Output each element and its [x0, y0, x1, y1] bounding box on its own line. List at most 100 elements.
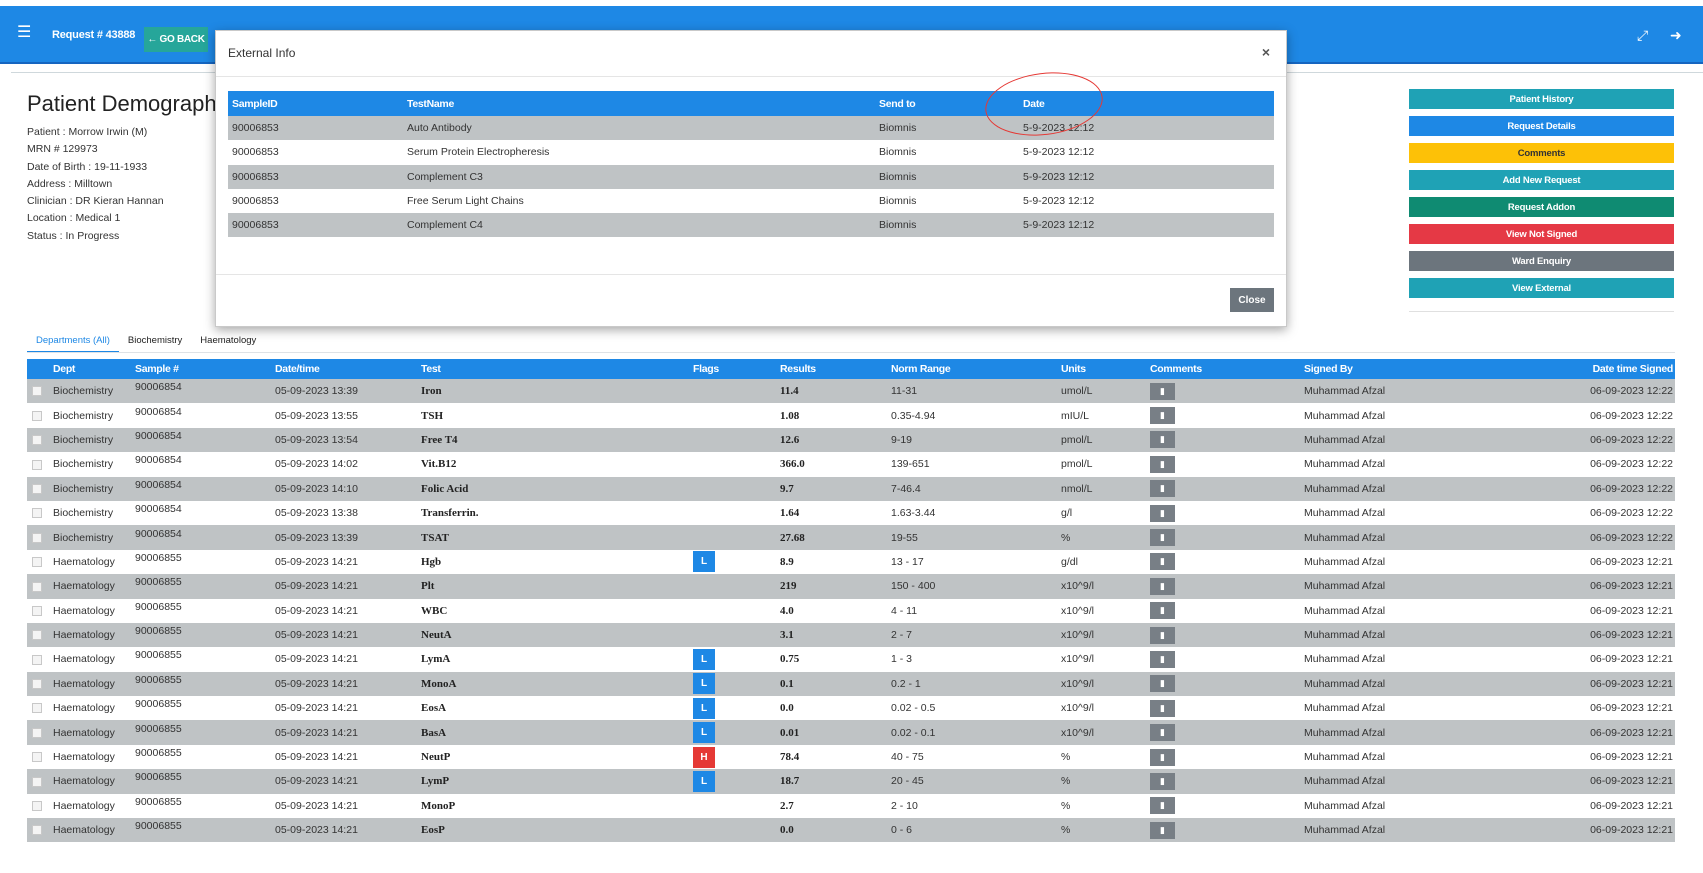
col-dept[interactable]: Dept [53, 359, 135, 379]
cell-result: 0.1 [780, 671, 891, 697]
logout-icon[interactable]: ➜ [1670, 27, 1682, 44]
row-checkbox[interactable] [32, 532, 42, 543]
cell-datetime: 05-09-2023 14:21 [275, 647, 421, 672]
comment-icon[interactable]: ▮ [1150, 724, 1175, 742]
row-checkbox[interactable] [32, 825, 42, 836]
comment-icon[interactable]: ▮ [1150, 529, 1175, 547]
comment-icon[interactable]: ▮ [1150, 650, 1175, 668]
table-row[interactable]: Haematology 90006855 05-09-2023 14:21 NeutA… [27, 622, 1675, 648]
table-row[interactable]: Haematology 90006855 05-09-2023 14:21 WBC 4.… [27, 598, 1675, 623]
row-checkbox[interactable] [32, 459, 42, 470]
external-row[interactable]: 90006853 Complement C4 Biomnis 5-9-2023 12:… [228, 213, 1274, 238]
table-row[interactable]: Biochemistry 90006854 05-09-2023 13:38 Tran… [27, 500, 1675, 526]
col-norm-range[interactable]: Norm Range [891, 359, 1061, 379]
row-checkbox[interactable] [32, 727, 42, 738]
table-row[interactable]: Haematology 90006855 05-09-2023 14:21 LymA L… [27, 647, 1675, 672]
comment-icon[interactable]: ▮ [1150, 504, 1175, 522]
comment-icon[interactable]: ▮ [1150, 480, 1175, 498]
row-checkbox[interactable] [32, 557, 42, 568]
table-row[interactable]: Biochemistry 90006854 05-09-2023 13:39 Iron… [27, 379, 1675, 404]
table-row[interactable]: Haematology 90006855 05-09-2023 14:21 NeutP… [27, 744, 1675, 770]
cell-flag: H [693, 744, 780, 770]
comment-icon[interactable]: ▮ [1150, 772, 1175, 790]
table-row[interactable]: Haematology 90006855 05-09-2023 14:21 EosP 0… [27, 818, 1675, 843]
row-checkbox[interactable] [32, 410, 42, 421]
col-date-time-signed[interactable]: Date time Signed [1507, 359, 1675, 379]
close-icon[interactable]: × [1262, 44, 1270, 60]
comment-icon[interactable]: ▮ [1150, 602, 1175, 620]
comment-icon[interactable]: ▮ [1150, 431, 1175, 449]
comment-icon[interactable]: ▮ [1150, 553, 1175, 571]
col-test-name[interactable]: TestName [403, 91, 875, 116]
comment-icon[interactable]: ▮ [1150, 382, 1175, 400]
row-checkbox[interactable] [32, 776, 42, 787]
col-comments[interactable]: Comments [1150, 359, 1304, 379]
view-external-button[interactable]: View External [1409, 278, 1674, 298]
row-checkbox[interactable] [32, 703, 42, 714]
tab-biochemistry[interactable]: Biochemistry [119, 331, 191, 353]
close-button[interactable]: Close [1230, 288, 1274, 312]
table-row[interactable]: Haematology 90006855 05-09-2023 14:21 MonoP… [27, 793, 1675, 819]
patient-history-button[interactable]: Patient History [1409, 89, 1674, 109]
hamburger-icon[interactable]: ☰ [17, 25, 31, 41]
table-row[interactable]: Biochemistry 90006854 05-09-2023 14:10 Foli… [27, 476, 1675, 501]
row-select-cell [27, 427, 53, 453]
row-checkbox[interactable] [32, 679, 42, 690]
row-checkbox[interactable] [32, 654, 42, 665]
external-row[interactable]: 90006853 Auto Antibody Biomnis 5-9-2023 12:… [228, 116, 1274, 141]
row-checkbox[interactable] [32, 508, 42, 519]
row-checkbox[interactable] [32, 630, 42, 641]
col-results[interactable]: Results [780, 359, 891, 379]
table-row[interactable]: Biochemistry 90006854 05-09-2023 13:55 TSH 1… [27, 403, 1675, 428]
table-row[interactable]: Biochemistry 90006854 05-09-2023 14:02 Vit.… [27, 452, 1675, 477]
comment-icon[interactable]: ▮ [1150, 797, 1175, 815]
external-row[interactable]: 90006853 Free Serum Light Chains Biomnis 5-… [228, 188, 1274, 214]
row-checkbox[interactable] [32, 483, 42, 494]
comments-button[interactable]: Comments [1409, 143, 1674, 163]
table-row[interactable]: Haematology 90006855 05-09-2023 14:21 Hgb L 8… [27, 549, 1675, 575]
external-row[interactable]: 90006853 Serum Protein Electropheresis Bio… [228, 140, 1274, 165]
cell-range: 13 - 17 [891, 549, 1061, 575]
tab-haematology[interactable]: Haematology [191, 331, 265, 353]
table-row[interactable]: Haematology 90006855 05-09-2023 14:21 Plt 21… [27, 574, 1675, 599]
table-row[interactable]: Haematology 90006855 05-09-2023 14:21 LymP L… [27, 769, 1675, 794]
patient-dob: Date of Birth : 19-11-1933 [27, 160, 148, 173]
table-row[interactable]: Biochemistry 90006854 05-09-2023 13:54 Free… [27, 427, 1675, 453]
tab-departments-all[interactable]: Departments (All) [27, 331, 119, 353]
comment-icon[interactable]: ▮ [1150, 821, 1175, 839]
comment-icon[interactable]: ▮ [1150, 407, 1175, 425]
request-addon-button[interactable]: Request Addon [1409, 197, 1674, 217]
comment-icon[interactable]: ▮ [1150, 699, 1175, 717]
comment-icon[interactable]: ▮ [1150, 675, 1175, 693]
col-sample-id[interactable]: SampleID [228, 91, 403, 116]
cell-signed-by: Muhammad Afzal [1304, 818, 1507, 843]
col-units[interactable]: Units [1061, 359, 1150, 379]
comment-icon[interactable]: ▮ [1150, 455, 1175, 473]
go-back-button[interactable]: ← GO BACK [144, 27, 208, 52]
add-new-request-button[interactable]: Add New Request [1409, 170, 1674, 190]
col-flags[interactable]: Flags [693, 359, 780, 379]
row-checkbox[interactable] [32, 801, 42, 812]
comment-icon[interactable]: ▮ [1150, 626, 1175, 644]
expand-icon[interactable]: ⤢ [1637, 27, 1648, 44]
row-checkbox[interactable] [32, 752, 42, 763]
row-checkbox[interactable] [32, 605, 42, 616]
col-sample[interactable]: Sample # [135, 359, 275, 379]
row-checkbox[interactable] [32, 435, 42, 446]
request-details-button[interactable]: Request Details [1409, 116, 1674, 136]
ward-enquiry-button[interactable]: Ward Enquiry [1409, 251, 1674, 271]
col-signed-by[interactable]: Signed By [1304, 359, 1507, 379]
table-row[interactable]: Haematology 90006855 05-09-2023 14:21 EosA L… [27, 696, 1675, 721]
table-row[interactable]: Haematology 90006855 05-09-2023 14:21 MonoA… [27, 671, 1675, 697]
col-datetime[interactable]: Date/time [275, 359, 421, 379]
external-row[interactable]: 90006853 Complement C3 Biomnis 5-9-2023 12:… [228, 164, 1274, 189]
table-row[interactable]: Haematology 90006855 05-09-2023 14:21 BasA L… [27, 720, 1675, 745]
comment-icon[interactable]: ▮ [1150, 577, 1175, 595]
cell-signed-by: Muhammad Afzal [1304, 574, 1507, 599]
table-row[interactable]: Biochemistry 90006854 05-09-2023 13:39 TSAT… [27, 525, 1675, 550]
row-checkbox[interactable] [32, 581, 42, 592]
comment-icon[interactable]: ▮ [1150, 748, 1175, 766]
col-test[interactable]: Test [421, 359, 693, 379]
view-not-signed-button[interactable]: View Not Signed [1409, 224, 1674, 244]
row-checkbox[interactable] [32, 386, 42, 397]
